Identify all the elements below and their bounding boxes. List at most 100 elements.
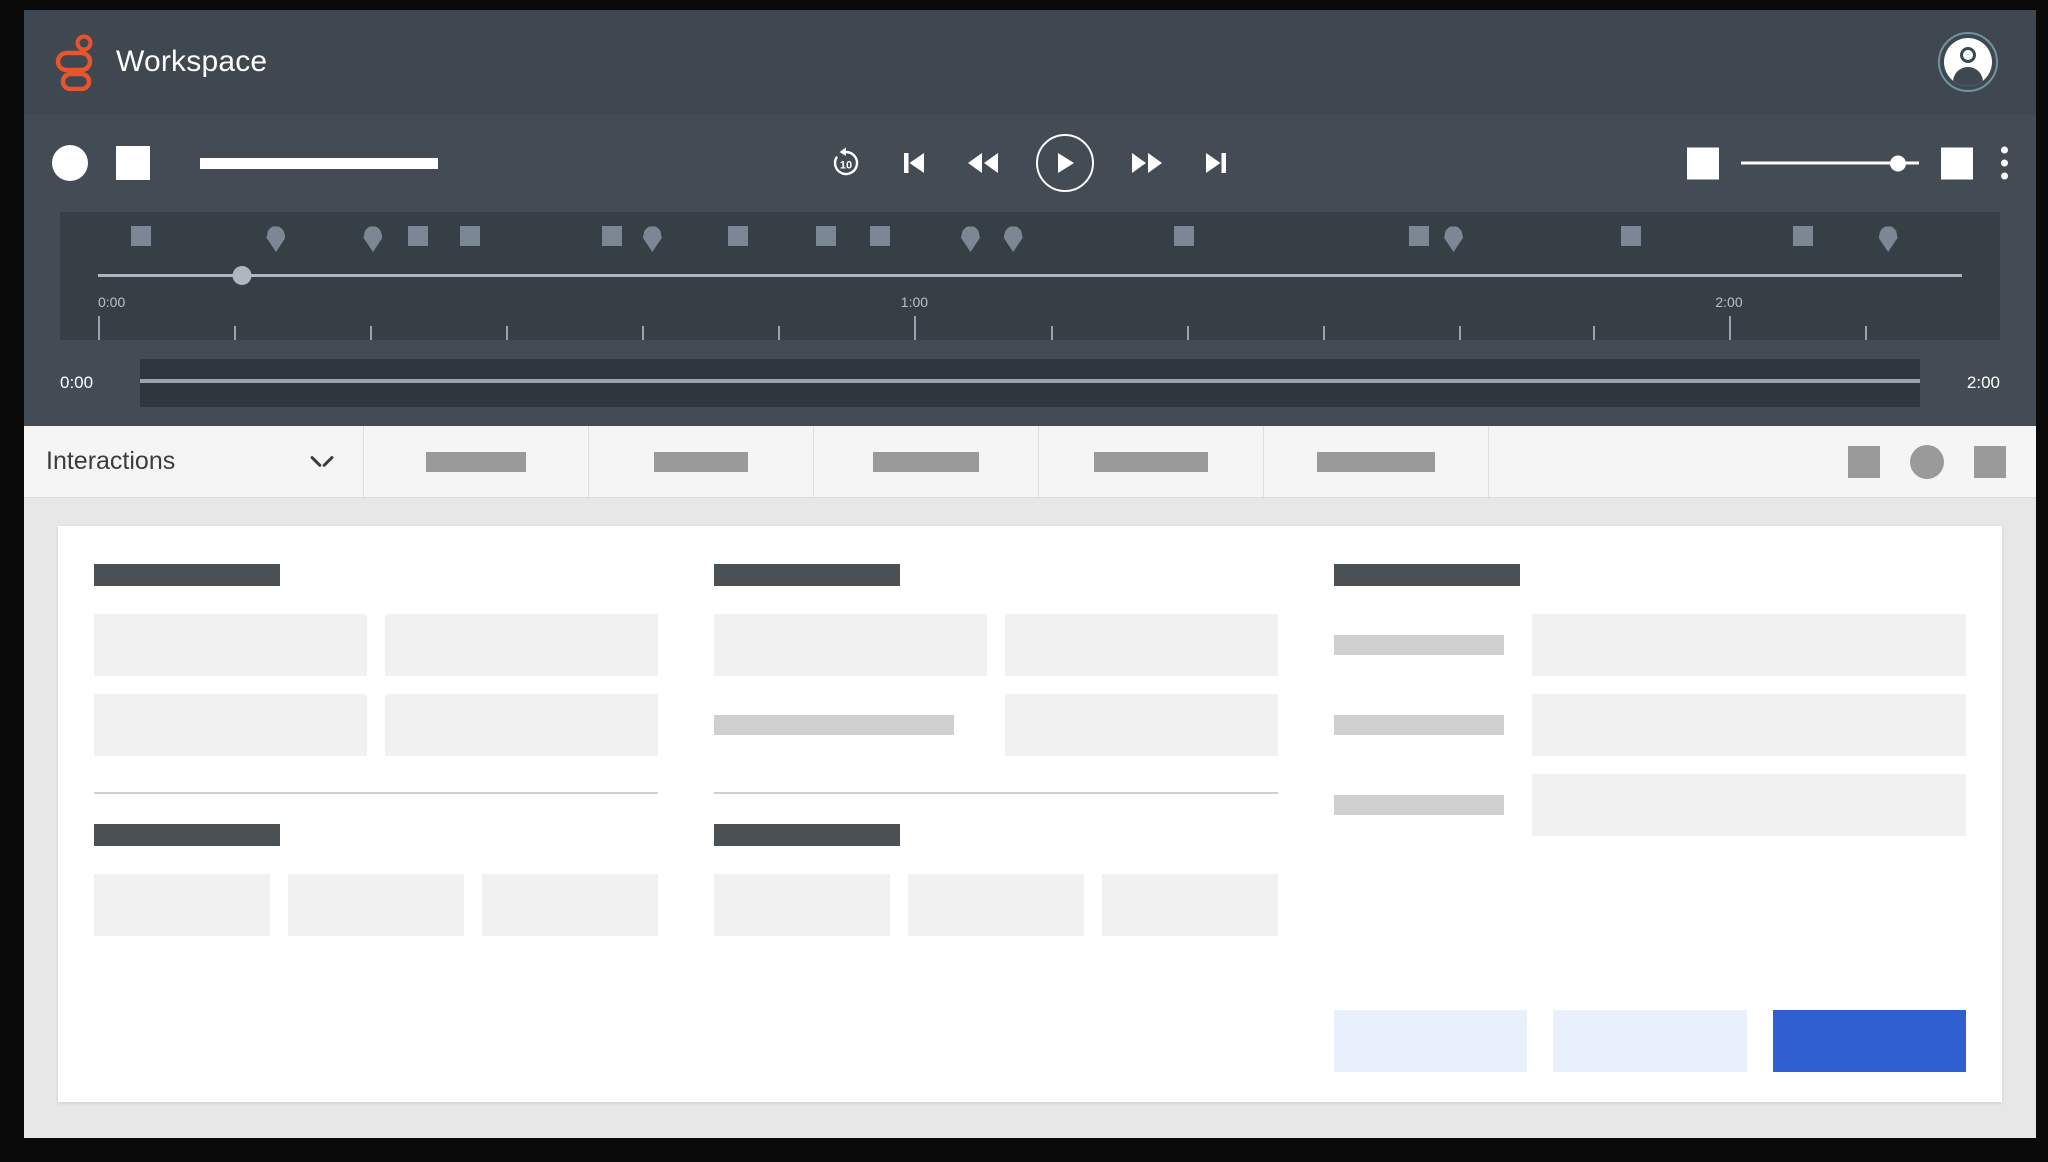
tab-item-0[interactable] [364,426,589,497]
timeline-square-marker[interactable] [130,226,151,246]
timeline-scrubber-track[interactable] [98,274,1962,277]
waveform-start-time: 0:00 [60,373,94,392]
transport-bar: 10 [24,114,2036,212]
stop-square-placeholder[interactable] [116,146,150,180]
timeline-major-tick [98,316,100,340]
chip-grid [714,874,1279,936]
timeline-major-tick [914,316,917,340]
timeline-pin-marker[interactable] [266,226,286,252]
timeline-playhead[interactable] [232,266,252,285]
timeline-pin-marker[interactable] [1444,226,1464,252]
chip-block[interactable] [714,874,891,936]
timeline-pin-marker[interactable] [1878,226,1898,252]
field-block[interactable] [1005,694,1279,756]
chip-block[interactable] [288,874,465,936]
waveform-end-time: 2:00 [1966,373,2000,392]
volume-slider-thumb[interactable] [1889,155,1906,171]
tab-item-2[interactable] [814,426,1039,497]
tab-list [364,426,1489,497]
interactions-selector[interactable]: Interactions [24,426,364,497]
field-block[interactable] [385,614,659,676]
tab-item-4[interactable] [1264,426,1489,497]
timeline-square-marker[interactable] [869,226,890,246]
brand: Workspace [54,33,268,92]
title-bar-placeholder [200,157,438,169]
form-label-placeholder [1334,715,1505,735]
timeline-time-label: 1:00 [900,294,929,310]
window-frame-left [0,0,24,1162]
page-title: Workspace [116,45,268,78]
list-view-icon[interactable] [1974,445,2006,478]
play-button[interactable] [1036,134,1094,192]
form-label-placeholder [1334,795,1505,815]
timeline-pin-marker[interactable] [642,226,662,252]
timeline-pin-marker[interactable] [363,226,383,252]
rewind-icon[interactable] [964,147,1002,179]
record-circle-placeholder[interactable] [52,145,88,181]
status-dot-icon[interactable] [1910,444,1944,479]
timeline-minor-tick [1322,326,1325,340]
timeline-square-marker[interactable] [1793,226,1814,246]
timeline-square-marker[interactable] [728,226,749,246]
media-player: 10 0:00 1:00 2:00 0:00 2:00 [24,114,2036,426]
timeline-square-marker[interactable] [408,226,429,246]
avatar[interactable] [1938,32,1998,92]
chip-block[interactable] [94,874,271,936]
field-grid [94,614,659,756]
tab-label-placeholder [1094,451,1208,472]
waveform-strip: 0:00 2:00 [24,340,2036,426]
tab-label-placeholder [1317,451,1435,472]
volume-slider[interactable] [1741,155,1919,171]
fast-forward-icon[interactable] [1128,147,1166,179]
tab-item-3[interactable] [1039,426,1264,497]
timeline-pin-marker[interactable] [961,226,980,252]
skip-next-icon[interactable] [1200,147,1232,179]
fullscreen-square-placeholder[interactable] [1941,147,1973,179]
field-block[interactable] [385,694,659,756]
field-block[interactable] [94,614,368,676]
chip-block[interactable] [1102,874,1279,936]
primary-button[interactable] [1772,1010,1967,1072]
skip-previous-icon[interactable] [898,147,930,179]
field-block[interactable] [1005,614,1279,676]
tab-bar-actions [1848,444,2006,479]
form-input-block[interactable] [1532,774,1967,836]
section-divider [94,792,659,794]
timeline-square-marker[interactable] [602,226,623,246]
secondary-button-2[interactable] [1553,1010,1747,1072]
field-label-placeholder [714,715,955,735]
replay-10-icon[interactable]: 10 [828,145,864,181]
tab-item-1[interactable] [589,426,814,497]
timeline-minor-tick [1865,326,1868,340]
timeline-pin-marker[interactable] [1003,226,1023,252]
timeline-square-marker[interactable] [1174,226,1195,246]
volume-square-placeholder[interactable] [1687,147,1719,179]
timeline-minor-tick [1592,326,1595,340]
timeline-square-marker[interactable] [1620,226,1641,246]
play-icon [1058,153,1074,173]
waveform-line [140,379,1920,384]
timeline-square-marker[interactable] [815,226,836,246]
field-block[interactable] [714,614,988,676]
kebab-menu-icon[interactable] [1997,143,2012,184]
timeline-square-marker[interactable] [460,226,481,246]
timeline-square-marker[interactable] [1409,226,1430,246]
secondary-button-1[interactable] [1334,1010,1528,1072]
column-spacer [1334,836,1966,1010]
timeline-minor-tick [506,326,509,340]
form-input-block[interactable] [1532,694,1967,756]
content-card [58,526,2002,1102]
interactions-selector-label: Interactions [46,447,176,475]
column-spacer [94,936,658,1072]
section-heading [1334,564,1521,586]
field-block[interactable] [94,694,368,756]
timeline-minor-tick [1458,326,1461,340]
waveform-track[interactable] [140,359,1920,407]
chevron-down-icon [311,455,333,468]
form-input-block[interactable] [1532,614,1967,676]
grid-view-icon[interactable] [1848,445,1880,478]
chip-block[interactable] [482,874,659,936]
chip-block[interactable] [908,874,1085,936]
window-frame-right [2036,0,2048,1162]
column-left [94,564,659,1072]
